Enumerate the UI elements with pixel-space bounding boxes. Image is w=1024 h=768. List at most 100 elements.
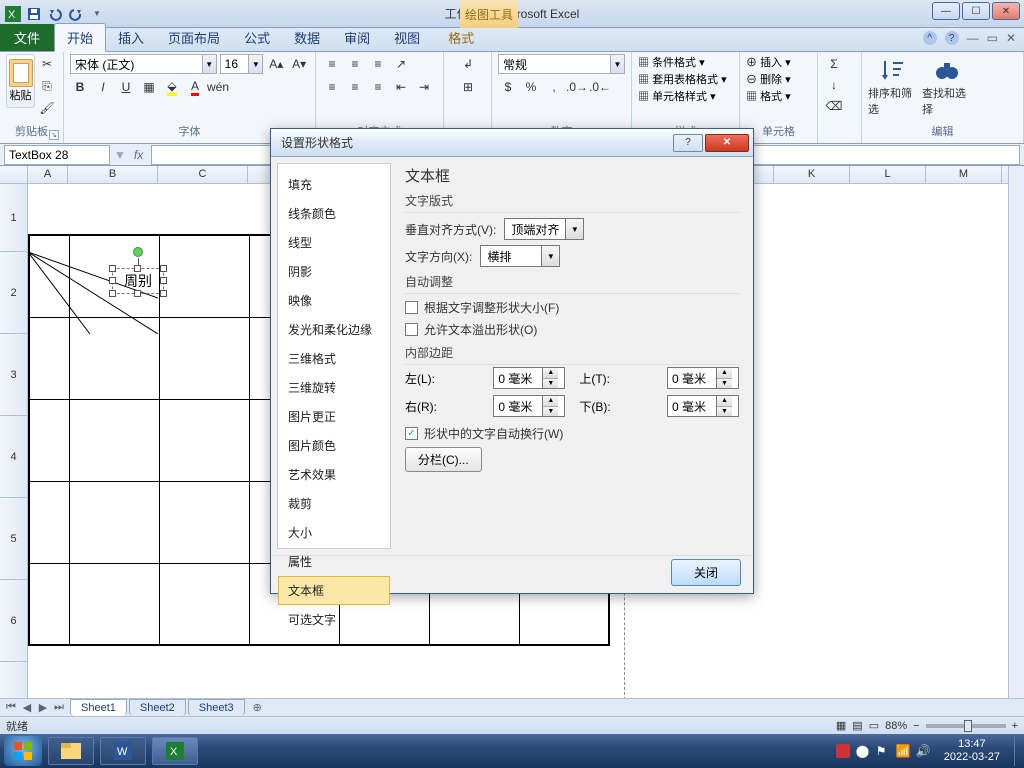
number-format-combo[interactable]: 常规▼	[498, 54, 625, 74]
increase-font-icon[interactable]: A▴	[266, 54, 286, 74]
view-page-layout-icon[interactable]: ▤	[852, 719, 862, 732]
taskbar-clock[interactable]: 13:47 2022-03-27	[936, 736, 1008, 766]
copy-icon[interactable]: ⎘	[37, 76, 57, 96]
dialog-close-button[interactable]: 关闭	[671, 559, 741, 586]
font-color-icon[interactable]: A	[185, 77, 205, 97]
dialog-close-x-button[interactable]: ✕	[705, 134, 749, 152]
taskbar-word-icon[interactable]: W	[100, 737, 146, 765]
dialog-category-item[interactable]: 映像	[278, 286, 390, 315]
dialog-category-item[interactable]: 裁剪	[278, 489, 390, 518]
dialog-category-item[interactable]: 可选文字	[278, 605, 390, 634]
border-icon[interactable]: ▦	[139, 77, 159, 97]
fx-icon[interactable]: fx	[126, 148, 151, 162]
new-sheet-icon[interactable]: ⊕	[247, 701, 268, 714]
zoom-slider[interactable]	[926, 724, 1006, 728]
tab-review[interactable]: 审阅	[332, 24, 382, 51]
text-direction-select[interactable]: 横排▼	[480, 245, 560, 267]
select-all-corner[interactable]	[0, 166, 28, 183]
columns-button[interactable]: 分栏(C)...	[405, 447, 482, 472]
font-size-combo[interactable]: 16▼	[220, 54, 264, 74]
dialog-category-item[interactable]: 三维旋转	[278, 373, 390, 402]
delete-cells-button[interactable]: ⊖ 删除 ▾	[746, 71, 811, 87]
resize-handle-nw[interactable]	[109, 265, 116, 272]
dialog-category-item[interactable]: 发光和柔化边缘	[278, 315, 390, 344]
qat-dropdown-icon[interactable]: ▼	[88, 5, 106, 23]
margin-right-input[interactable]: ▲▼	[493, 395, 565, 417]
resize-handle-e[interactable]	[160, 277, 167, 284]
align-bottom-icon[interactable]: ≡	[368, 54, 388, 74]
dialog-category-item[interactable]: 填充	[278, 170, 390, 199]
currency-icon[interactable]: $	[498, 77, 518, 97]
align-center-icon[interactable]: ≡	[345, 77, 365, 97]
dialog-titlebar[interactable]: 设置形状格式 ? ✕	[271, 129, 753, 157]
sheet-prev-icon[interactable]: ◀	[20, 701, 34, 714]
zoom-level[interactable]: 88%	[885, 720, 907, 732]
clear-icon[interactable]: ⌫	[824, 96, 844, 116]
tab-home[interactable]: 开始	[54, 23, 106, 52]
overflow-checkbox[interactable]	[405, 323, 418, 336]
col-header[interactable]: K	[774, 166, 850, 183]
tab-view[interactable]: 视图	[382, 24, 432, 51]
mdi-minimize-icon[interactable]: —	[967, 31, 979, 45]
decrease-indent-icon[interactable]: ⇤	[391, 77, 411, 97]
file-tab[interactable]: 文件	[0, 24, 54, 51]
tab-formulas[interactable]: 公式	[232, 24, 282, 51]
table-format-button[interactable]: ▦ 套用表格格式 ▾	[638, 71, 733, 87]
fill-color-icon[interactable]: ⬙	[162, 77, 182, 97]
percent-icon[interactable]: %	[521, 77, 541, 97]
resize-to-fit-checkbox[interactable]	[405, 301, 418, 314]
tray-volume-icon[interactable]: 🔊	[916, 744, 930, 758]
clipboard-launcher-icon[interactable]: ↘	[49, 130, 59, 140]
help-icon[interactable]: ?	[945, 31, 959, 45]
decrease-decimal-icon[interactable]: .0←	[590, 77, 610, 97]
resize-handle-sw[interactable]	[109, 290, 116, 297]
col-header[interactable]: M	[926, 166, 1002, 183]
tab-data[interactable]: 数据	[282, 24, 332, 51]
dialog-category-item[interactable]: 图片更正	[278, 402, 390, 431]
dialog-help-button[interactable]: ?	[673, 134, 703, 152]
col-header[interactable]: L	[850, 166, 926, 183]
format-painter-icon[interactable]: 🖌	[37, 98, 57, 118]
decrease-font-icon[interactable]: A▾	[289, 54, 309, 74]
phonetic-icon[interactable]: wén	[208, 77, 228, 97]
paste-button[interactable]: 粘贴	[6, 54, 35, 108]
sheet-last-icon[interactable]: ⏭	[52, 701, 66, 714]
undo-icon[interactable]	[46, 5, 64, 23]
view-page-break-icon[interactable]: ▭	[869, 719, 879, 732]
bold-button[interactable]: B	[70, 77, 90, 97]
row-header[interactable]: 6	[0, 580, 27, 662]
ribbon-minimize-icon[interactable]: ^	[923, 31, 937, 45]
row-header[interactable]: 2	[0, 252, 27, 334]
sort-filter-button[interactable]: 排序和筛选	[868, 54, 918, 120]
italic-button[interactable]: I	[93, 77, 113, 97]
cell-style-button[interactable]: ▦ 单元格样式 ▾	[638, 88, 733, 104]
row-header[interactable]: 3	[0, 334, 27, 416]
vertical-scrollbar[interactable]	[1008, 166, 1024, 700]
autosum-icon[interactable]: Σ	[824, 54, 844, 74]
name-box[interactable]: TextBox 28	[4, 145, 110, 165]
maximize-button[interactable]: ☐	[962, 2, 990, 20]
margin-left-input[interactable]: ▲▼	[493, 367, 565, 389]
resize-handle-se[interactable]	[160, 290, 167, 297]
font-name-combo[interactable]: 宋体 (正文)▼	[70, 54, 217, 74]
col-header[interactable]: B	[68, 166, 158, 183]
insert-cells-button[interactable]: ⊕ 插入 ▾	[746, 54, 811, 70]
resize-handle-w[interactable]	[109, 277, 116, 284]
taskbar-explorer-icon[interactable]	[48, 737, 94, 765]
conditional-format-button[interactable]: ▦ 条件格式 ▾	[638, 54, 733, 70]
align-top-icon[interactable]: ≡	[322, 54, 342, 74]
sheet-tab-3[interactable]: Sheet3	[188, 699, 245, 716]
view-normal-icon[interactable]: ▦	[836, 719, 846, 732]
find-select-button[interactable]: 查找和选择	[922, 54, 972, 120]
textbox-shape[interactable]: 周别	[112, 268, 164, 294]
show-desktop-button[interactable]	[1014, 736, 1022, 766]
dialog-category-item[interactable]: 三维格式	[278, 344, 390, 373]
sheet-tab-2[interactable]: Sheet2	[129, 699, 186, 716]
zoom-out-button[interactable]: −	[913, 720, 919, 732]
dialog-category-item[interactable]: 线型	[278, 228, 390, 257]
resize-handle-s[interactable]	[134, 290, 141, 297]
col-header[interactable]: C	[158, 166, 248, 183]
valign-select[interactable]: 顶端对齐▼	[504, 218, 584, 240]
orientation-icon[interactable]: ↗	[391, 54, 411, 74]
wrap-text-checkbox[interactable]: ✓	[405, 427, 418, 440]
